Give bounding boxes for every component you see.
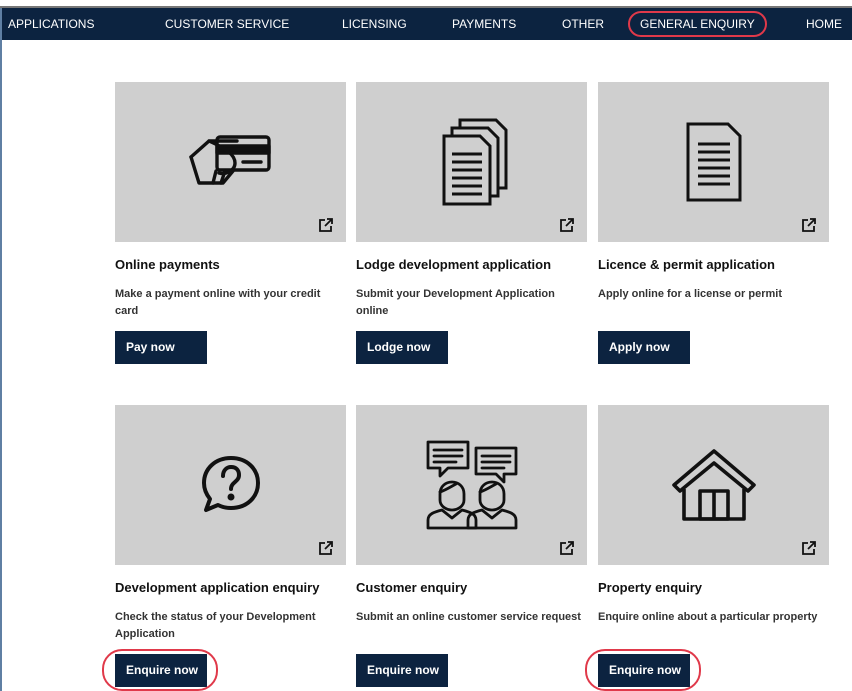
main-nav: APPLICATIONS CUSTOMER SERVICE LICENSING …: [2, 8, 852, 40]
lodge-now-button[interactable]: Lodge now: [356, 331, 448, 364]
card-image[interactable]: [598, 82, 829, 242]
nav-item-payments[interactable]: PAYMENTS: [452, 8, 516, 40]
card-image[interactable]: [598, 405, 829, 565]
enquire-now-button[interactable]: Enquire now: [115, 654, 207, 687]
card-title[interactable]: Development application enquiry: [115, 580, 346, 595]
enquire-now-button[interactable]: Enquire now: [356, 654, 448, 687]
people-chat-icon: [426, 440, 517, 530]
card-description: Check the status of your Development App…: [115, 611, 316, 640]
card-description: Make a payment online with your credit c…: [115, 288, 321, 317]
nav-item-home[interactable]: HOME: [806, 8, 842, 40]
card-image[interactable]: [115, 82, 346, 242]
external-link-icon: [319, 541, 333, 555]
card-title[interactable]: Online payments: [115, 257, 346, 272]
card-title[interactable]: Property enquiry: [598, 580, 829, 595]
nav-item-other[interactable]: OTHER: [562, 8, 604, 40]
pay-now-button[interactable]: Pay now: [115, 331, 207, 364]
credit-card-hand-icon: [188, 135, 271, 185]
documents-stack-icon: [442, 118, 507, 206]
card-title[interactable]: Lodge development application: [356, 257, 587, 272]
nav-item-applications[interactable]: APPLICATIONS: [8, 8, 94, 40]
question-bubble-icon: [201, 456, 260, 512]
card-description: Enquire online about a particular proper…: [598, 611, 818, 623]
house-icon: [671, 449, 756, 521]
external-link-icon: [319, 218, 333, 232]
apply-now-button[interactable]: Apply now: [598, 331, 690, 364]
nav-item-licensing[interactable]: LICENSING: [342, 8, 407, 40]
card-description: Submit your Development Application onli…: [356, 288, 555, 317]
card-title[interactable]: Licence & permit application: [598, 257, 829, 272]
external-link-icon: [802, 541, 816, 555]
card-image[interactable]: [356, 82, 587, 242]
nav-item-customer-service[interactable]: CUSTOMER SERVICE: [165, 8, 289, 40]
document-icon: [686, 122, 741, 202]
card-title[interactable]: Customer enquiry: [356, 580, 587, 595]
nav-item-general-enquiry[interactable]: GENERAL ENQUIRY: [628, 8, 767, 40]
external-link-icon: [560, 541, 574, 555]
card-description: Apply online for a license or permit: [598, 288, 782, 300]
external-link-icon: [560, 218, 574, 232]
card-image[interactable]: [356, 405, 587, 565]
external-link-icon: [802, 218, 816, 232]
enquire-now-button[interactable]: Enquire now: [598, 654, 690, 687]
card-image[interactable]: [115, 405, 346, 565]
window-top-rule: [0, 0, 852, 8]
card-description: Submit an online customer service reques…: [356, 611, 581, 623]
